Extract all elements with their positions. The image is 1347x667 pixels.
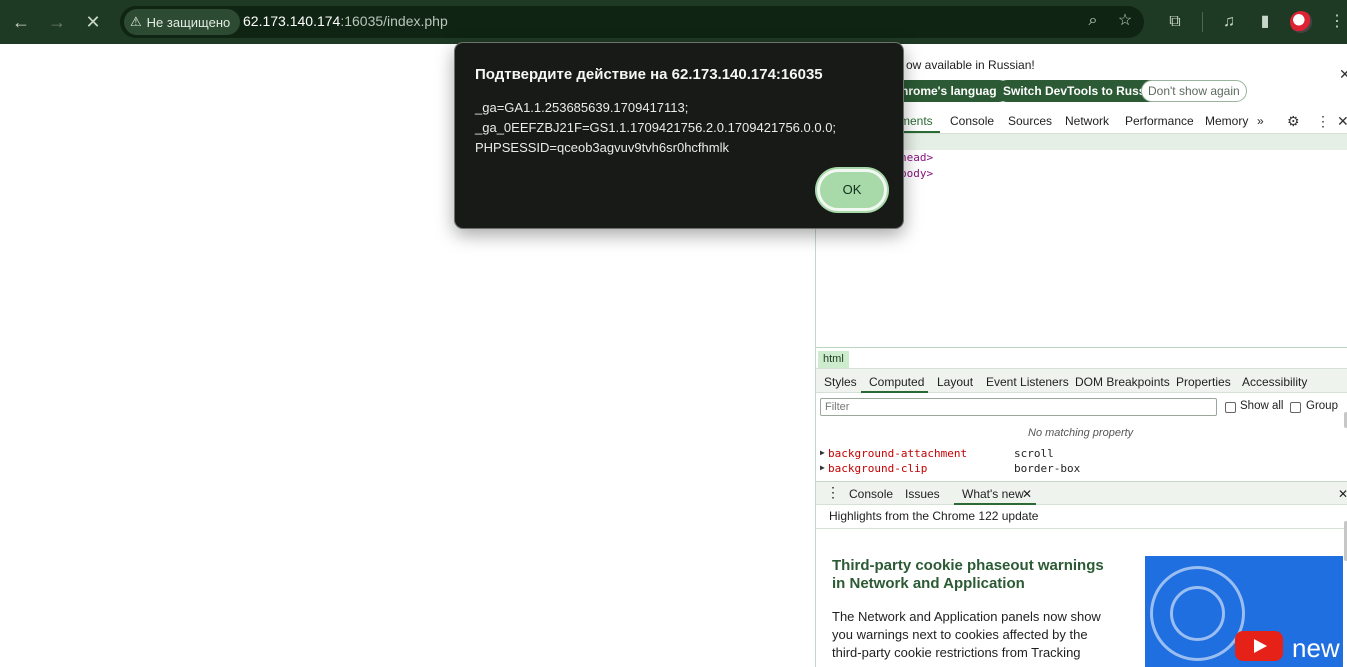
tab-layout[interactable]: Layout [937, 375, 973, 389]
match-language-button[interactable]: hrome's language [894, 80, 1011, 102]
security-chip[interactable]: ⚠ Не защищено [124, 9, 241, 35]
tab-computed[interactable]: Computed [869, 375, 924, 389]
dialog-message: _ga=GA1.1.253685639.1709417113; _ga_0EEF… [475, 98, 885, 158]
divider [816, 528, 1347, 529]
whats-new-title-line: Third-party cookie phaseout warnings [832, 557, 1104, 574]
stop-icon[interactable]: ✕ [81, 10, 105, 34]
close-devtools-icon[interactable]: ✕ [1337, 113, 1347, 130]
tab-memory[interactable]: Memory [1205, 114, 1248, 128]
more-tabs-icon[interactable]: » [1257, 114, 1264, 128]
property-name: background-attachment [828, 447, 968, 460]
tab-elements[interactable]: ments [900, 114, 933, 128]
group-checkbox[interactable] [1290, 402, 1301, 413]
computed-property-row[interactable]: ▶ background-clip border-box [816, 462, 1347, 477]
dom-node-body[interactable]: body> [900, 167, 933, 180]
url-path: :16035/index.php [340, 13, 448, 29]
drawer-tabbar: ⋮ Console Issues What's new ✕ ✕ [816, 481, 1347, 505]
media-icon[interactable]: ♫ [1218, 11, 1240, 33]
computed-property-row[interactable]: ▶ background-attachment scroll [816, 447, 1347, 462]
dialog-message-line: PHPSESSID=qceob3agvuv9tvh6sr0hcfhmlk [475, 140, 729, 155]
whats-new-title-line: in Network and Application [832, 575, 1025, 592]
browser-toolbar: ← → ✕ ⚠ Не защищено 62.173.140.174:16035… [0, 0, 1347, 44]
tab-performance[interactable]: Performance [1125, 114, 1194, 128]
show-all-label: Show all [1240, 400, 1284, 412]
drawer-tab-active-indicator [954, 503, 1036, 505]
youtube-play-icon[interactable] [1235, 631, 1283, 661]
styles-tabbar: Styles Computed Layout Event Listeners D… [816, 369, 1347, 393]
expand-arrow-icon[interactable]: ▶ [820, 463, 825, 472]
tab-properties[interactable]: Properties [1176, 375, 1231, 389]
tab-dom-breakpoints[interactable]: DOM Breakpoints [1075, 375, 1170, 389]
menu-icon[interactable]: ⋮ [1326, 11, 1347, 33]
no-matching-property: No matching property [1028, 427, 1134, 439]
breadcrumb: html [816, 347, 1347, 369]
avatar[interactable] [1290, 11, 1312, 33]
whats-new-body-line: third-party cookie restrictions from Tra… [832, 645, 1081, 660]
toolbar-divider [1202, 12, 1203, 32]
dont-show-again-button[interactable]: Don't show again [1141, 80, 1247, 102]
tab-accessibility[interactable]: Accessibility [1242, 375, 1307, 389]
property-name: background-clip [828, 462, 928, 475]
forward-icon[interactable]: → [45, 10, 69, 34]
extensions-icon[interactable]: ⧉ [1164, 11, 1186, 33]
property-value: border-box [1014, 462, 1081, 475]
whats-new-body-line: you warnings next to cookies affected by… [832, 627, 1088, 642]
drawer-menu-icon[interactable]: ⋮ [826, 484, 840, 501]
settings-gear-icon[interactable]: ⚙ [1287, 113, 1300, 130]
dialog-message-line: _ga=GA1.1.253685639.1709417113; [475, 100, 689, 115]
whats-new-body-line: The Network and Application panels now s… [832, 609, 1101, 624]
close-icon[interactable]: ✕ [1339, 66, 1347, 83]
alert-dialog: Подтвердите действие на 62.173.140.174:1… [454, 42, 904, 229]
chrome-ring-decoration [1170, 586, 1225, 641]
whats-new-title: Third-party cookie phaseout warnings in … [832, 557, 1132, 593]
close-tab-icon[interactable]: ✕ [1022, 487, 1032, 501]
tab-console[interactable]: Console [950, 114, 994, 128]
side-panel-icon[interactable]: ▮ [1254, 11, 1276, 33]
drawer-tab-whats-new[interactable]: What's new [962, 487, 1024, 501]
drawer-tab-console[interactable]: Console [849, 487, 893, 501]
highlights-heading: Highlights from the Chrome 122 update [829, 509, 1039, 523]
url-host: 62.173.140.174 [243, 13, 341, 29]
url-text[interactable]: 62.173.140.174:16035/index.php [243, 13, 448, 29]
group-label: Group [1306, 400, 1338, 412]
video-thumbnail[interactable]: new [1145, 556, 1343, 667]
filter-input[interactable]: Filter [820, 398, 1217, 416]
tab-network[interactable]: Network [1065, 114, 1109, 128]
styles-tab-active-indicator [861, 391, 928, 393]
security-label: Не защищено [146, 14, 231, 30]
computed-filter-row: Filter Show all Group [816, 394, 1347, 420]
dom-node-head[interactable]: head> [900, 151, 933, 164]
back-icon[interactable]: ← [9, 10, 33, 34]
zoom-icon[interactable]: ⌕ [1083, 11, 1103, 31]
dialog-title: Подтвердите действие на 62.173.140.174:1… [475, 66, 823, 83]
warning-icon: ⚠ [130, 14, 142, 29]
property-value: scroll [1014, 447, 1054, 460]
whats-new-body: The Network and Application panels now s… [832, 608, 1112, 662]
breadcrumb-html[interactable]: html [818, 351, 849, 368]
show-all-checkbox[interactable] [1225, 402, 1236, 413]
ok-button[interactable]: OK [817, 169, 887, 211]
dialog-message-line: _ga_0EEFZBJ21F=GS1.1.1709421756.2.0.1709… [475, 120, 837, 135]
kebab-menu-icon[interactable]: ⋮ [1316, 113, 1330, 130]
tab-sources[interactable]: Sources [1008, 114, 1052, 128]
expand-arrow-icon[interactable]: ▶ [820, 448, 825, 457]
drawer-tab-issues[interactable]: Issues [905, 487, 940, 501]
thumbnail-text: new [1292, 633, 1340, 663]
tab-event-listeners[interactable]: Event Listeners [986, 375, 1069, 389]
bookmark-star-icon[interactable]: ☆ [1115, 11, 1135, 31]
tab-styles[interactable]: Styles [824, 375, 857, 389]
close-drawer-icon[interactable]: ✕ [1338, 487, 1347, 501]
infobar-text: ow available in Russian! [906, 58, 1035, 72]
